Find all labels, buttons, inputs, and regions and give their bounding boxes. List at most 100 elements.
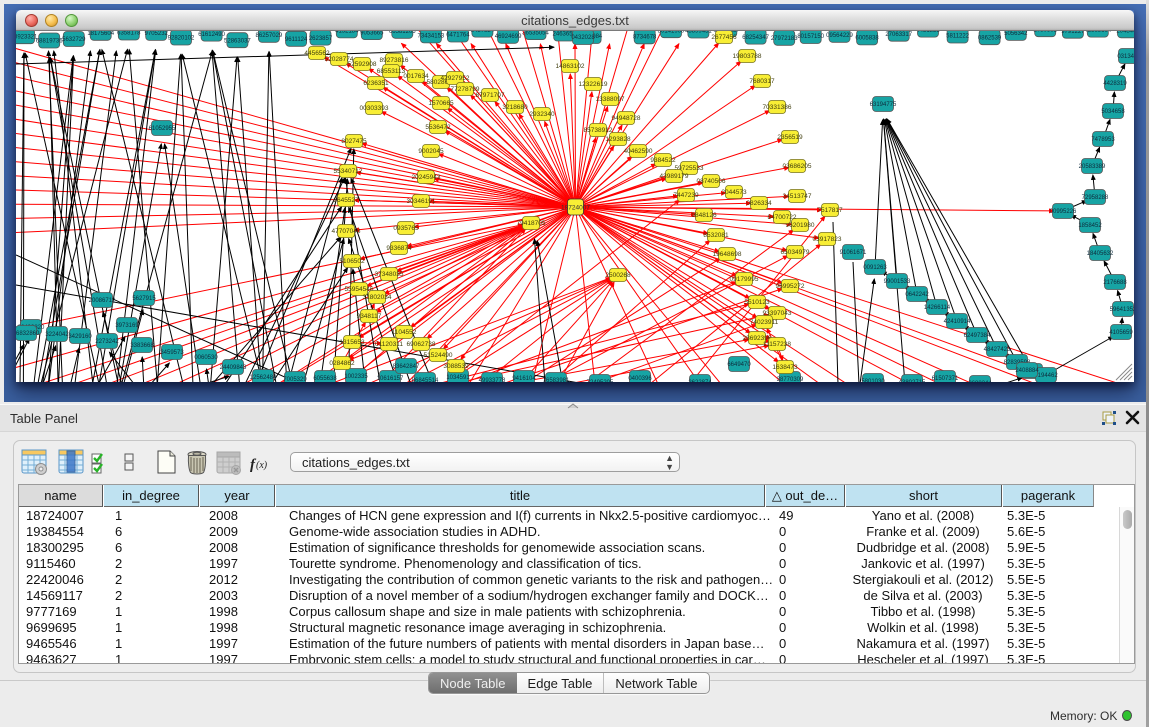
svg-text:11157238: 11157238 xyxy=(763,341,791,348)
svg-text:2176688: 2176688 xyxy=(1103,280,1127,286)
svg-text:9336874: 9336874 xyxy=(386,245,412,252)
svg-text:92820102: 92820102 xyxy=(168,36,195,42)
svg-text:27063317: 27063317 xyxy=(885,32,912,38)
svg-text:85738912: 85738912 xyxy=(584,127,613,134)
svg-text:87971707: 87971707 xyxy=(476,92,505,99)
svg-text:31802034: 31802034 xyxy=(363,294,392,301)
svg-text:12322619: 12322619 xyxy=(579,81,608,88)
svg-text:8532081: 8532081 xyxy=(703,232,729,239)
svg-text:5536472: 5536472 xyxy=(425,124,451,131)
svg-text:5034658: 5034658 xyxy=(1101,109,1125,115)
svg-text:0400396: 0400396 xyxy=(628,376,652,382)
svg-text:38770309: 38770309 xyxy=(777,377,804,382)
svg-text:80157150: 80157150 xyxy=(797,34,824,40)
svg-text:24409843: 24409843 xyxy=(220,365,247,371)
svg-text:61507371: 61507371 xyxy=(932,376,959,382)
svg-text:5811222: 5811222 xyxy=(946,34,970,40)
svg-text:0826334: 0826334 xyxy=(746,200,772,207)
svg-text:86257029: 86257029 xyxy=(256,33,283,39)
svg-text:91061671: 91061671 xyxy=(840,250,867,256)
svg-text:66832860: 66832860 xyxy=(16,331,40,337)
svg-text:2273242: 2273242 xyxy=(95,339,119,345)
svg-text:1104552: 1104552 xyxy=(392,329,417,336)
svg-text:9348117: 9348117 xyxy=(357,313,382,320)
svg-text:8734678: 8734678 xyxy=(633,35,657,41)
svg-text:72495205: 72495205 xyxy=(587,380,614,382)
svg-text:62497384: 62497384 xyxy=(964,333,991,339)
svg-text:1315653: 1315653 xyxy=(339,339,365,346)
svg-text:63194775: 63194775 xyxy=(870,102,897,108)
svg-text:3459573: 3459573 xyxy=(160,350,184,356)
svg-text:37348035: 37348035 xyxy=(375,271,404,278)
svg-text:0060530: 0060530 xyxy=(194,355,218,361)
svg-text:47707048: 47707048 xyxy=(332,228,361,235)
svg-text:5056342: 5056342 xyxy=(1004,31,1028,37)
svg-text:96995272: 96995272 xyxy=(776,283,805,290)
svg-text:68553113: 68553113 xyxy=(377,68,406,75)
svg-text:7447239: 7447239 xyxy=(673,192,699,199)
svg-text:34513747: 34513747 xyxy=(783,193,812,200)
svg-text:59641352: 59641352 xyxy=(1110,307,1134,313)
svg-text:18724007: 18724007 xyxy=(561,205,590,212)
svg-text:14266114: 14266114 xyxy=(924,305,951,311)
svg-text:8027475: 8027475 xyxy=(341,138,367,145)
svg-text:70331386: 70331386 xyxy=(763,104,792,111)
svg-text:4105659: 4105659 xyxy=(1109,330,1133,336)
svg-text:0284862: 0284862 xyxy=(329,360,355,367)
svg-text:(x): (x) xyxy=(256,460,268,471)
svg-text:2780361: 2780361 xyxy=(1034,31,1058,33)
svg-text:9848126: 9848126 xyxy=(691,212,717,219)
svg-text:0862539: 0862539 xyxy=(978,35,1002,41)
svg-text:42927952: 42927952 xyxy=(441,75,470,82)
svg-text:03686205: 03686205 xyxy=(783,163,812,170)
svg-text:89273816: 89273816 xyxy=(380,57,409,64)
svg-text:0935765: 0935765 xyxy=(393,225,419,232)
svg-text:19803788: 19803788 xyxy=(733,53,762,60)
svg-text:6358178: 6358178 xyxy=(117,31,141,37)
svg-text:3973169: 3973169 xyxy=(115,323,139,329)
svg-text:2408884: 2408884 xyxy=(1015,368,1039,374)
svg-text:5801030: 5801030 xyxy=(861,379,885,382)
svg-text:6236351: 6236351 xyxy=(363,80,389,87)
svg-text:5106502: 5106502 xyxy=(339,258,365,265)
svg-text:3429160: 3429160 xyxy=(68,334,92,340)
svg-text:4152184: 4152184 xyxy=(335,31,359,35)
svg-text:30346191: 30346191 xyxy=(407,198,436,205)
svg-text:2932340: 2932340 xyxy=(529,111,555,118)
svg-text:45909604: 45909604 xyxy=(1084,31,1111,34)
svg-text:86845514: 86845514 xyxy=(412,378,439,382)
svg-text:20086712: 20086712 xyxy=(89,298,116,304)
svg-text:94948728: 94948728 xyxy=(612,115,641,122)
svg-text:13388097: 13388097 xyxy=(596,96,625,103)
svg-text:1858452: 1858452 xyxy=(1078,223,1102,229)
svg-text:14863102: 14863102 xyxy=(556,63,585,70)
svg-text:0313431: 0313431 xyxy=(1117,54,1134,60)
svg-text:20583389: 20583389 xyxy=(1079,164,1106,170)
svg-text:36535054: 36535054 xyxy=(522,31,549,36)
svg-text:96201980: 96201980 xyxy=(786,222,815,229)
svg-text:0017634: 0017634 xyxy=(403,73,429,80)
svg-text:9053665: 9053665 xyxy=(360,31,384,36)
svg-text:18405632: 18405632 xyxy=(1087,251,1114,257)
svg-text:7478953: 7478953 xyxy=(1091,137,1115,143)
svg-text:9416104: 9416104 xyxy=(512,376,536,382)
svg-text:0091263: 0091263 xyxy=(863,265,887,271)
svg-text:1034591: 1034591 xyxy=(446,375,470,381)
svg-text:30141900: 30141900 xyxy=(658,31,685,34)
svg-text:43802715: 43802715 xyxy=(899,380,926,382)
svg-text:2622874: 2622874 xyxy=(688,380,712,382)
svg-text:2048441: 2048441 xyxy=(1116,31,1134,35)
svg-text:19648698: 19648698 xyxy=(713,251,742,258)
svg-text:52592908: 52592908 xyxy=(348,61,377,68)
svg-text:9611124: 9611124 xyxy=(285,37,308,43)
svg-text:55340712: 55340712 xyxy=(334,168,363,175)
svg-text:7517817: 7517817 xyxy=(817,207,843,214)
svg-text:9002045: 9002045 xyxy=(418,148,444,155)
svg-text:3088539: 3088539 xyxy=(443,363,469,370)
svg-text:5632729: 5632729 xyxy=(62,37,86,43)
svg-text:46924699: 46924699 xyxy=(495,34,522,40)
svg-text:6649470: 6649470 xyxy=(727,362,751,368)
svg-text:7005329: 7005329 xyxy=(283,377,307,382)
svg-text:99001533: 99001533 xyxy=(884,279,911,285)
svg-text:0432028: 0432028 xyxy=(571,35,595,41)
